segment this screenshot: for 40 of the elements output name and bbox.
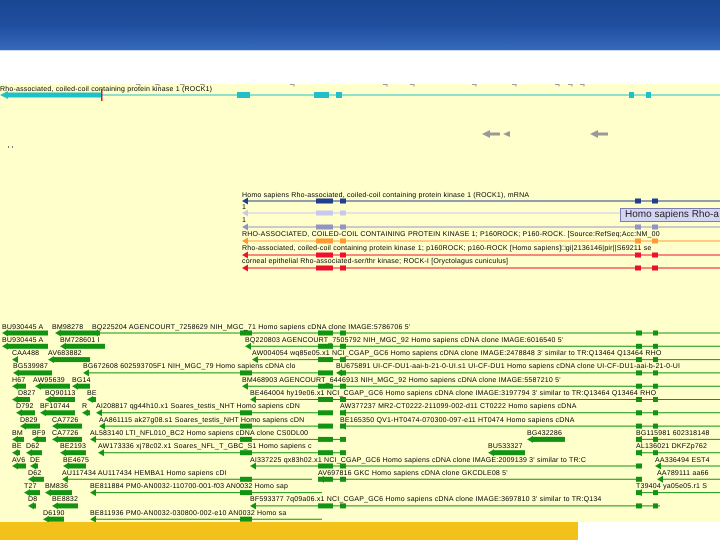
- est-feature-drawing: [28, 476, 44, 483]
- est-feature-drawing: [52, 502, 78, 510]
- est-feature-drawing: [43, 516, 64, 522]
- est-feature-drawing: [45, 396, 75, 403]
- est-feature-drawing: [63, 462, 86, 470]
- est-feature-drawing: [60, 449, 86, 456]
- est-feature-drawing: [48, 356, 90, 364]
- est-feature-drawing: [13, 369, 52, 376]
- est-feature-drawing: [12, 396, 30, 403]
- est-feature-drawing: [60, 342, 105, 350]
- est-feature-drawing: [32, 436, 46, 443]
- est-feature-drawing: [72, 382, 90, 390]
- est-feature-drawing: [20, 422, 40, 430]
- est-feature-drawing: [28, 502, 36, 510]
- est-feature-drawing: [87, 396, 96, 403]
- est-feature-drawing: [12, 436, 24, 443]
- est-feature-drawing: [2, 342, 48, 350]
- est-feature-drawing: [52, 422, 82, 430]
- est-feature-drawing: [2, 330, 48, 336]
- est-feature-drawing: [40, 409, 75, 416]
- est-feature-drawing: [12, 462, 26, 470]
- arrowhead-icon: [503, 131, 510, 137]
- tooltip: Homo sapiens Rho-a: [620, 208, 720, 222]
- est-feature-drawing: [82, 409, 90, 416]
- est-feature-drawing: [655, 462, 720, 470]
- est-feature-drawing: [45, 489, 72, 496]
- feature-arrow-drawing: [482, 130, 500, 138]
- est-feature-drawing: [657, 476, 720, 483]
- est-feature-drawing: [52, 436, 82, 443]
- est-feature-drawing: [30, 462, 38, 470]
- est-feature-drawing: [24, 489, 40, 496]
- est-feature-drawing: [488, 449, 525, 456]
- est-feature-drawing: [12, 449, 20, 456]
- est-feature-drawing: [26, 449, 42, 456]
- est-feature-drawing: [16, 409, 35, 416]
- feature-arrow-drawing: [590, 130, 608, 138]
- est-feature-drawing: [527, 436, 565, 443]
- est-feature-drawing: [12, 382, 26, 390]
- est-feature-drawing: [35, 382, 70, 390]
- est-feature-drawing: [12, 356, 18, 364]
